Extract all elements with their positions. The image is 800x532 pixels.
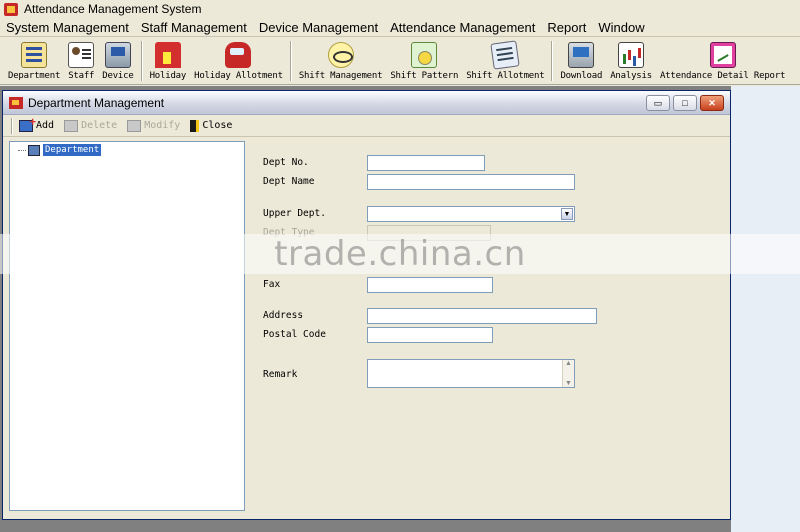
toolbar-group-holiday: Holiday Holiday Allotment (146, 38, 287, 84)
door-icon (190, 119, 200, 132)
delete-button[interactable]: Delete (64, 119, 118, 132)
toolbar-separator (551, 41, 554, 81)
window-app-icon (9, 96, 23, 109)
attendance-detail-report-icon (709, 42, 736, 68)
toolbar-shift-allotment-button[interactable]: Shift Allotment (462, 38, 548, 84)
menu-attendance-management[interactable]: Attendance Management (384, 20, 541, 35)
fax-input[interactable] (367, 277, 493, 293)
menu-device-management[interactable]: Device Management (253, 20, 384, 35)
delete-button-label: Delete (81, 120, 118, 131)
dept-name-label: Dept Name (263, 176, 315, 187)
download-icon (568, 42, 595, 68)
main-toolbar: Department Staff Device Holiday Holiday … (0, 37, 800, 85)
menu-report[interactable]: Report (541, 20, 592, 35)
address-label: Address (263, 310, 304, 321)
dept-name-input[interactable] (367, 174, 575, 190)
toolbar-group-basic: Department Staff Device (4, 38, 138, 84)
app-icon (4, 2, 18, 16)
toolbar-shift-management-button[interactable]: Shift Management (295, 38, 387, 84)
department-icon (21, 42, 48, 68)
toolbar-shift-pattern-label: Shift Pattern (390, 71, 459, 81)
toolbar-staff-button[interactable]: Staff (64, 38, 98, 84)
tree-connector (18, 149, 26, 151)
toolbar-device-button[interactable]: Device (98, 38, 137, 84)
toolbar-staff-label: Staff (68, 71, 95, 81)
toolbar-shift-management-label: Shift Management (298, 71, 383, 81)
chevron-down-icon[interactable]: ▼ (561, 208, 573, 220)
remark-label: Remark (263, 369, 298, 380)
toolbar-device-label: Device (102, 71, 134, 81)
window-toolbar: Add Delete Modify Close (3, 115, 730, 137)
shift-allotment-icon (490, 40, 521, 70)
menu-system-management[interactable]: System Management (0, 20, 135, 35)
menu-staff-management[interactable]: Staff Management (135, 20, 253, 35)
window-controls: ▭ □ ✕ (646, 95, 724, 111)
modify-icon (127, 119, 142, 132)
watermark-text: trade.china.cn (274, 234, 526, 274)
window-title-bar[interactable]: Department Management ▭ □ ✕ (3, 91, 730, 115)
department-tree[interactable]: Department (9, 141, 245, 511)
watermark: trade.china.cn (0, 234, 800, 274)
toolbar-shift-pattern-button[interactable]: Shift Pattern (386, 38, 462, 84)
toolbar-shift-allotment-label: Shift Allotment (466, 71, 545, 81)
workspace-backdrop (731, 86, 800, 532)
holiday-icon (154, 42, 181, 68)
device-icon (104, 42, 131, 68)
window-body: Department Dept No. Dept Name Upper Dept… (3, 139, 730, 519)
department-form: Dept No. Dept Name Upper Dept. ▼ Dept Ty… (249, 139, 727, 517)
toolbar-download-button[interactable]: Download (556, 38, 606, 84)
upper-dept-label: Upper Dept. (263, 208, 326, 219)
toolbar-attendance-detail-report-label: Attendance Detail Report (659, 71, 786, 81)
toolbar-department-label: Department (8, 71, 61, 81)
modify-button-label: Modify (144, 120, 181, 131)
toolbar-separator (289, 41, 292, 81)
holiday-allotment-icon (225, 42, 252, 68)
close-button[interactable]: Close (190, 119, 233, 132)
fax-label: Fax (263, 279, 281, 290)
shift-management-icon (327, 42, 354, 68)
window-title: Department Management (28, 95, 165, 110)
tree-node-label: Department (43, 144, 102, 156)
staff-icon (68, 42, 95, 68)
toolbar-department-button[interactable]: Department (4, 38, 64, 84)
toolbar-holiday-allotment-button[interactable]: Holiday Allotment (190, 38, 287, 84)
app-title: Attendance Management System (24, 2, 202, 16)
maximize-button[interactable]: □ (673, 95, 697, 111)
toolbar-analysis-button[interactable]: Analysis (606, 38, 656, 84)
dept-no-input[interactable] (367, 155, 485, 171)
toolbar-attendance-detail-report-button[interactable]: Attendance Detail Report (656, 38, 789, 84)
add-icon (19, 115, 36, 132)
modify-button[interactable]: Modify (127, 119, 181, 132)
minimize-button[interactable]: ▭ (646, 95, 670, 111)
analysis-icon (618, 42, 645, 68)
toolbar-group-shift: Shift Management Shift Pattern Shift All… (295, 38, 549, 84)
remark-textarea[interactable]: ▲ ▼ (367, 359, 575, 388)
toolbar-separator (140, 41, 143, 81)
department-management-window: Department Management ▭ □ ✕ Add Delete M… (2, 90, 731, 520)
close-button-label: Close (202, 120, 233, 131)
shift-pattern-icon (411, 42, 438, 68)
close-window-button[interactable]: ✕ (700, 95, 724, 111)
tree-node-root[interactable]: Department (18, 144, 102, 156)
toolbar-grip (11, 117, 13, 134)
add-button[interactable]: Add (19, 115, 55, 132)
add-button-label: Add (36, 120, 55, 131)
menu-bar: System Management Staff Management Devic… (0, 18, 800, 37)
toolbar-holiday-button[interactable]: Holiday (146, 38, 191, 84)
dept-no-label: Dept No. (263, 157, 309, 168)
postal-code-input[interactable] (367, 327, 493, 343)
app-title-bar: Attendance Management System (0, 0, 800, 18)
toolbar-analysis-label: Analysis (610, 71, 652, 81)
toolbar-download-label: Download (560, 71, 603, 81)
delete-icon (64, 119, 79, 132)
organization-icon (28, 144, 40, 156)
remark-scrollbar[interactable]: ▲ ▼ (562, 360, 574, 387)
toolbar-holiday-label: Holiday (149, 71, 187, 81)
toolbar-group-report: Download Analysis Attendance Detail Repo… (556, 38, 789, 84)
postal-code-label: Postal Code (263, 329, 326, 340)
address-input[interactable] (367, 308, 597, 324)
upper-dept-select[interactable]: ▼ (367, 206, 575, 222)
menu-window[interactable]: Window (592, 20, 650, 35)
toolbar-holiday-allotment-label: Holiday Allotment (194, 71, 283, 81)
